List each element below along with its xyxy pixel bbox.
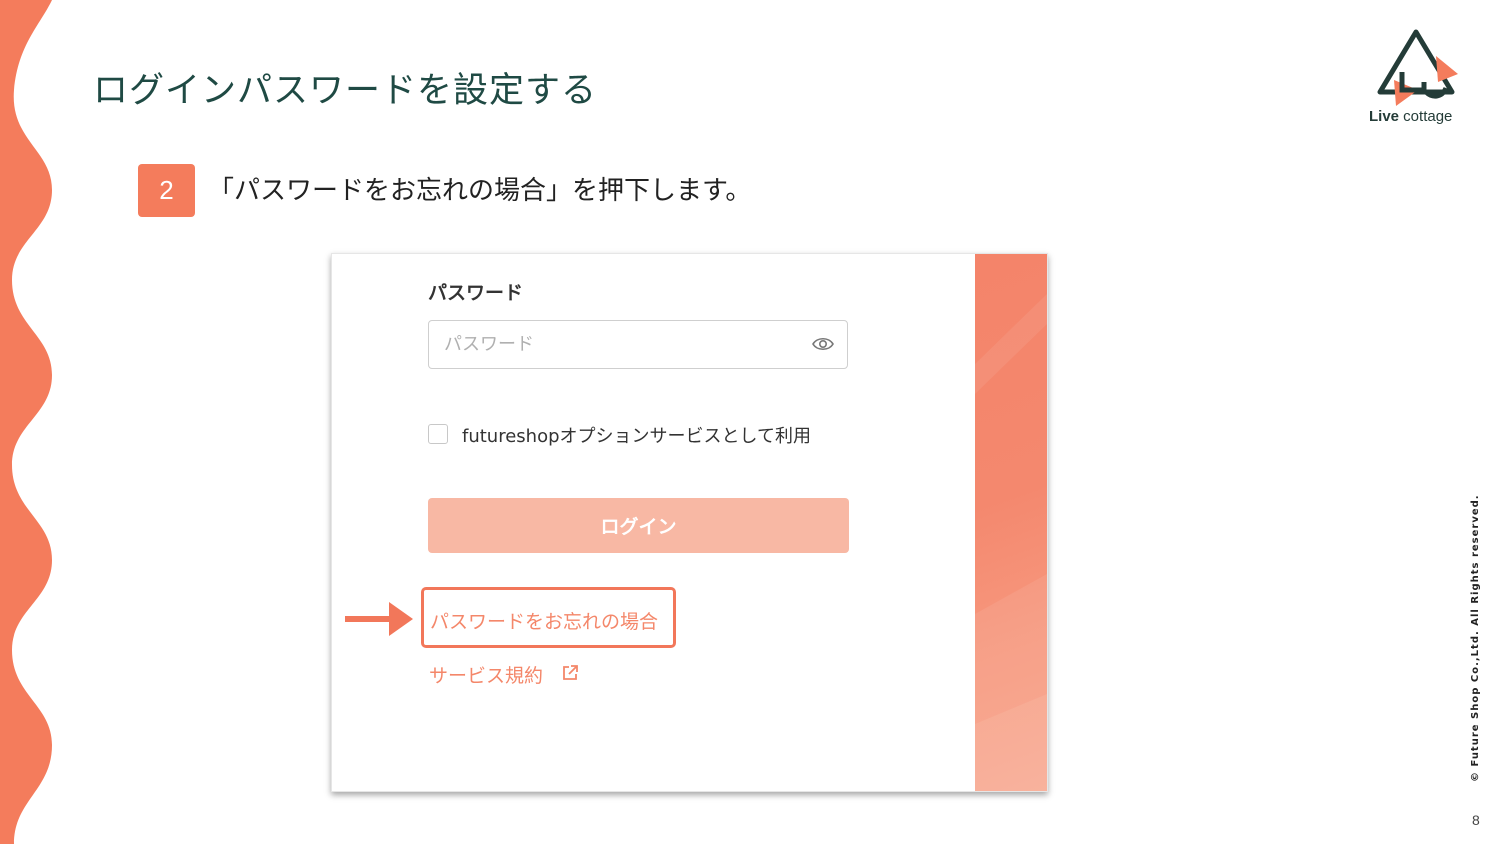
login-screen-screenshot: パスワード futureshopオプションサービスとして利用 ログイン パスワー… xyxy=(331,253,1048,792)
pointer-arrow-icon xyxy=(345,602,413,636)
option-service-checkbox[interactable] xyxy=(428,424,448,444)
password-input[interactable] xyxy=(428,320,848,369)
step-number-badge: 2 xyxy=(138,164,195,217)
eye-icon[interactable] xyxy=(812,334,834,354)
step-instruction: 「パスワードをお忘れの場合」を押下します。 xyxy=(208,176,752,206)
option-service-label: futureshopオプションサービスとして利用 xyxy=(462,426,811,447)
slide-title: ログインパスワードを設定する xyxy=(93,71,598,111)
terms-of-service-link[interactable]: サービス規約 xyxy=(429,661,543,688)
decorative-side-panel xyxy=(975,254,1047,791)
logo-wordmark: Live cottage xyxy=(1369,108,1453,125)
page-number: 8 xyxy=(1472,812,1480,828)
copyright-text: © Future Shop Co.,Ltd. All Rights reserv… xyxy=(1470,494,1481,782)
password-label: パスワード xyxy=(428,282,524,304)
external-link-icon xyxy=(563,665,578,680)
login-button[interactable]: ログイン xyxy=(428,498,849,553)
decorative-wave-border xyxy=(0,0,52,844)
forgot-password-link[interactable]: パスワードをお忘れの場合 xyxy=(430,607,658,634)
